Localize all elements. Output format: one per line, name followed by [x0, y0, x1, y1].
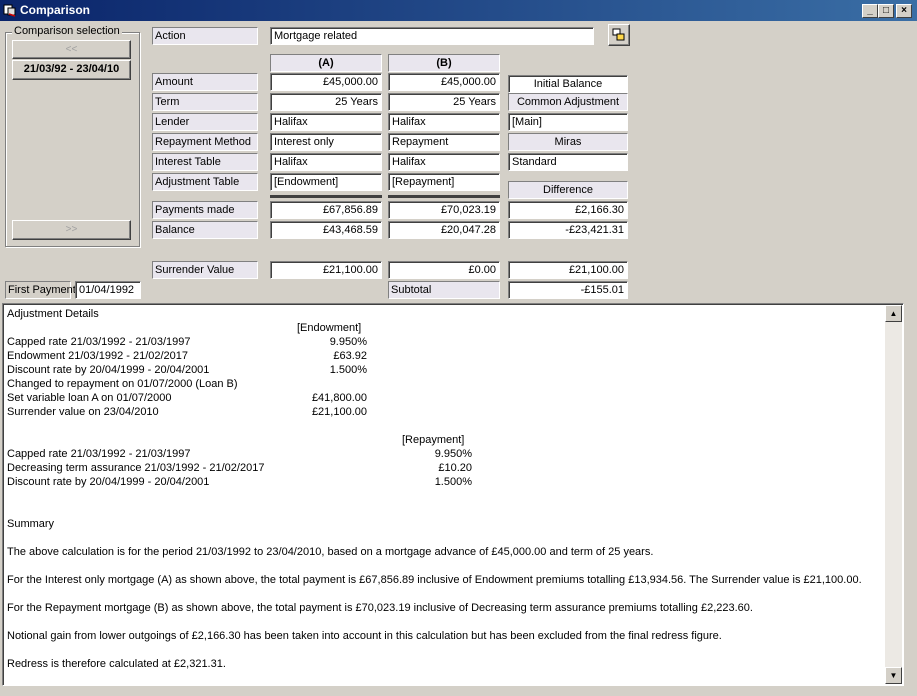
interest-table-a-field[interactable]: Halifax — [270, 153, 382, 171]
close-button[interactable]: × — [896, 4, 912, 18]
summary-line: The above calculation is for the period … — [7, 546, 654, 558]
difference-label: Difference — [508, 181, 628, 199]
amount-b-field[interactable]: £45,000.00 — [388, 73, 500, 91]
interest-table-b-field[interactable]: Halifax — [388, 153, 500, 171]
lender-a-field[interactable]: Halifax — [270, 113, 382, 131]
adjustment-table-b-field[interactable]: [Repayment] — [388, 173, 500, 191]
row-label-amount: Amount — [152, 73, 258, 91]
row-label-surrender-value: Surrender Value — [152, 261, 258, 279]
row-label-repayment-method: Repayment Method — [152, 133, 258, 151]
repayment-method-b-field[interactable]: Repayment — [388, 133, 500, 151]
summary-line: For the Repayment mortgage (B) as shown … — [7, 602, 753, 614]
balance-a-field: £43,468.59 — [270, 221, 382, 239]
amount-a-field[interactable]: £45,000.00 — [270, 73, 382, 91]
endowment-line-value: £21,100.00 — [311, 406, 367, 418]
column-a-header: (A) — [270, 54, 382, 72]
endowment-line-desc: Discount rate by 20/04/1999 - 20/04/2001 — [7, 364, 210, 376]
payments-made-a-field: £67,856.89 — [270, 201, 382, 219]
app-icon — [3, 4, 16, 17]
endowment-line-value: £63.92 — [333, 350, 367, 362]
minimize-button[interactable]: _ — [862, 4, 878, 18]
initial-balance-button[interactable]: Initial Balance — [508, 75, 628, 93]
repayment-method-a-field[interactable]: Interest only — [270, 133, 382, 151]
subtotal-label: Subtotal — [388, 281, 500, 299]
first-payment-label: First Payment — [5, 281, 76, 299]
term-a-field[interactable]: 25 Years — [270, 93, 382, 111]
scroll-down-button[interactable]: ▼ — [885, 667, 902, 684]
endowment-header: [Endowment] — [297, 322, 362, 334]
balance-b-field: £20,047.28 — [388, 221, 500, 239]
term-b-field[interactable]: 25 Years — [388, 93, 500, 111]
column-b-header: (B) — [388, 54, 500, 72]
surrender-value-diff-field: £21,100.00 — [508, 261, 628, 279]
row-label-term: Term — [152, 93, 258, 111]
common-adjustment-field[interactable]: [Main] — [508, 113, 628, 131]
miras-label: Miras — [508, 133, 628, 151]
action-field[interactable]: Mortgage related — [270, 27, 594, 45]
summary-line: Redress is therefore calculated at £2,32… — [7, 658, 226, 670]
row-label-payments-made: Payments made — [152, 201, 258, 219]
repayment-line-desc: Discount rate by 20/04/1999 - 20/04/2001 — [7, 476, 210, 488]
comparison-selection-label: Comparison selection — [12, 25, 122, 37]
surrender-value-a-field[interactable]: £21,100.00 — [270, 261, 382, 279]
column-a-separator — [270, 195, 382, 198]
scroll-up-button[interactable]: ▲ — [885, 305, 902, 322]
title-bar: Comparison _ □ × — [0, 0, 917, 21]
previous-period-button[interactable]: << — [12, 40, 131, 59]
endowment-line-value: 9.950% — [329, 336, 367, 348]
lender-b-field[interactable]: Halifax — [388, 113, 500, 131]
first-payment-field[interactable]: 01/04/1992 — [75, 281, 141, 299]
repayment-line-value: 9.950% — [434, 448, 472, 460]
window-title: Comparison — [20, 3, 91, 17]
repayment-line-value: 1.500% — [434, 476, 472, 488]
endowment-line-desc: Capped rate 21/03/1992 - 21/03/1997 — [7, 336, 191, 348]
period-button[interactable]: 21/03/92 - 23/04/10 — [12, 60, 131, 80]
endowment-line-value: £41,800.00 — [311, 392, 367, 404]
repayment-line-value: £10.20 — [438, 462, 472, 474]
endowment-line-desc: Endowment 21/03/1992 - 21/02/2017 — [7, 350, 189, 362]
endowment-line-value: 1.500% — [329, 364, 367, 376]
row-label-adjustment-table: Adjustment Table — [152, 173, 258, 191]
windows-icon — [612, 28, 625, 41]
maximize-button[interactable]: □ — [878, 4, 894, 18]
row-label-balance: Balance — [152, 221, 258, 239]
action-label: Action — [152, 27, 258, 45]
summary-line: For the Interest only mortgage (A) as sh… — [7, 574, 862, 586]
lookup-button[interactable] — [608, 24, 630, 46]
next-period-button[interactable]: >> — [12, 220, 131, 240]
payments-made-diff-field: £2,166.30 — [508, 201, 628, 219]
surrender-value-b-field[interactable]: £0.00 — [388, 261, 500, 279]
row-label-lender: Lender — [152, 113, 258, 131]
column-b-separator — [388, 195, 500, 198]
vertical-scrollbar[interactable]: ▲ ▼ — [885, 305, 902, 684]
endowment-line-desc: Set variable loan A on 01/07/2000 — [7, 392, 172, 404]
details-heading: Adjustment Details — [7, 308, 99, 320]
endowment-line-desc: Changed to repayment on 01/07/2000 (Loan… — [7, 378, 238, 390]
adjustment-table-a-field[interactable]: [Endowment] — [270, 173, 382, 191]
subtotal-field: -£155.01 — [508, 281, 628, 299]
miras-field[interactable]: Standard — [508, 153, 628, 171]
balance-diff-field: -£23,421.31 — [508, 221, 628, 239]
summary-line: Notional gain from lower outgoings of £2… — [7, 630, 722, 642]
payments-made-b-field: £70,023.19 — [388, 201, 500, 219]
common-adjustment-label: Common Adjustment — [508, 93, 628, 111]
adjustment-details-pane[interactable]: Adjustment Details [Endowment] Capped ra… — [2, 303, 904, 686]
summary-heading: Summary — [7, 518, 55, 530]
repayment-line-desc: Decreasing term assurance 21/03/1992 - 2… — [7, 462, 265, 474]
repayment-header: [Repayment] — [402, 434, 465, 446]
repayment-line-desc: Capped rate 21/03/1992 - 21/03/1997 — [7, 448, 191, 460]
endowment-line-desc: Surrender value on 23/04/2010 — [7, 406, 159, 418]
row-label-interest-table: Interest Table — [152, 153, 258, 171]
